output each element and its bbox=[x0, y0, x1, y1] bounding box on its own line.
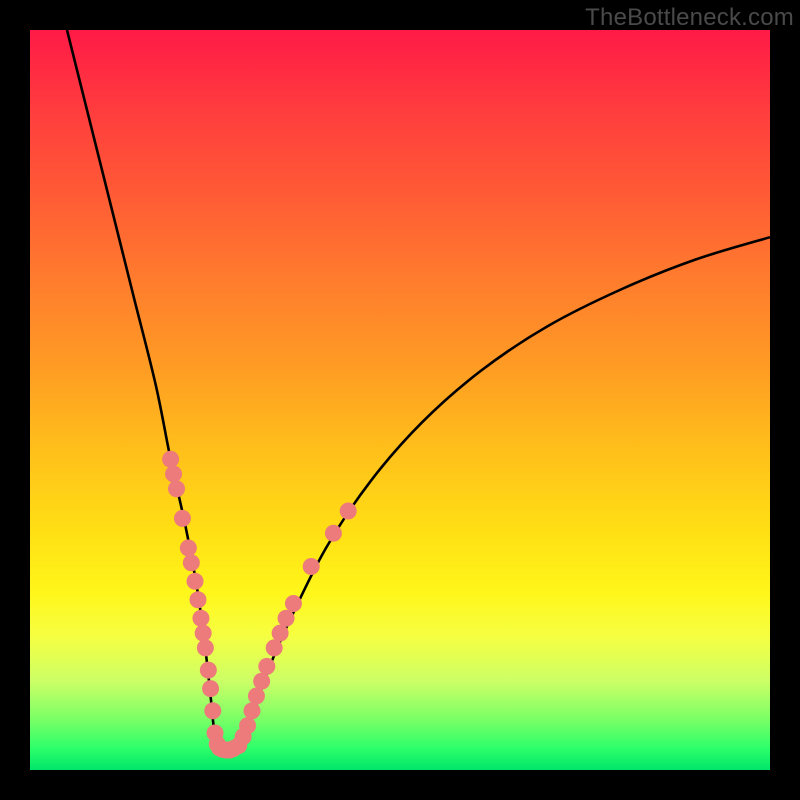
data-marker bbox=[165, 466, 182, 483]
data-marker bbox=[192, 610, 209, 627]
data-marker bbox=[197, 639, 214, 656]
data-marker bbox=[195, 625, 212, 642]
data-marker bbox=[253, 673, 270, 690]
data-marker bbox=[239, 717, 256, 734]
data-marker bbox=[183, 554, 200, 571]
data-marker bbox=[303, 558, 320, 575]
data-marker bbox=[200, 662, 217, 679]
data-marker bbox=[325, 525, 342, 542]
data-marker bbox=[278, 610, 295, 627]
data-marker bbox=[202, 680, 219, 697]
plot-area bbox=[30, 30, 770, 770]
chart-frame: TheBottleneck.com bbox=[0, 0, 800, 800]
data-marker bbox=[340, 503, 357, 520]
chart-svg bbox=[30, 30, 770, 770]
data-marker bbox=[244, 702, 261, 719]
bottleneck-curve bbox=[67, 30, 770, 751]
data-marker bbox=[272, 625, 289, 642]
data-marker bbox=[258, 658, 275, 675]
data-marker bbox=[162, 451, 179, 468]
data-marker bbox=[248, 688, 265, 705]
data-marker bbox=[174, 510, 191, 527]
data-marker bbox=[204, 702, 221, 719]
data-marker bbox=[285, 595, 302, 612]
watermark-text: TheBottleneck.com bbox=[585, 4, 794, 32]
data-marker bbox=[189, 591, 206, 608]
data-marker bbox=[187, 573, 204, 590]
data-markers bbox=[162, 451, 357, 759]
data-marker bbox=[180, 540, 197, 557]
data-marker bbox=[168, 480, 185, 497]
data-marker bbox=[266, 639, 283, 656]
